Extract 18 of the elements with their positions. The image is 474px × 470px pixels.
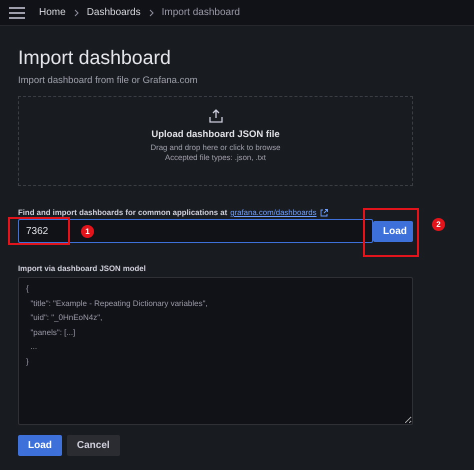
- upload-icon: [208, 109, 222, 123]
- json-model-field[interactable]: { "title": "Example - Repeating Dictionary variables", "uid": "_0HnEoN4z", "panels": [...] ... }: [18, 277, 413, 425]
- page-subtitle: Import dashboard from file or Grafana.com: [18, 75, 199, 86]
- breadcrumb-link[interactable]: Import dashboard: [162, 7, 240, 18]
- breadcrumb-link[interactable]: Dashboards: [86, 7, 141, 18]
- breadcrumb-link[interactable]: Home: [39, 7, 66, 18]
- menu-icon[interactable]: [9, 6, 25, 18]
- page-title: Import dashboard: [18, 46, 172, 70]
- chevron-icon: [148, 8, 154, 16]
- upload-title: Upload dashboard JSON file: [151, 129, 280, 140]
- annotation-badge: 2: [432, 218, 445, 231]
- external-link-icon: [320, 208, 328, 216]
- chevron-icon: [74, 8, 79, 16]
- highlight-frame: [363, 208, 419, 257]
- load-button[interactable]: Load: [18, 435, 62, 456]
- highlight-frame: [8, 217, 70, 245]
- cancel-button[interactable]: Cancel: [66, 435, 120, 456]
- load-button[interactable]: Load: [373, 220, 413, 242]
